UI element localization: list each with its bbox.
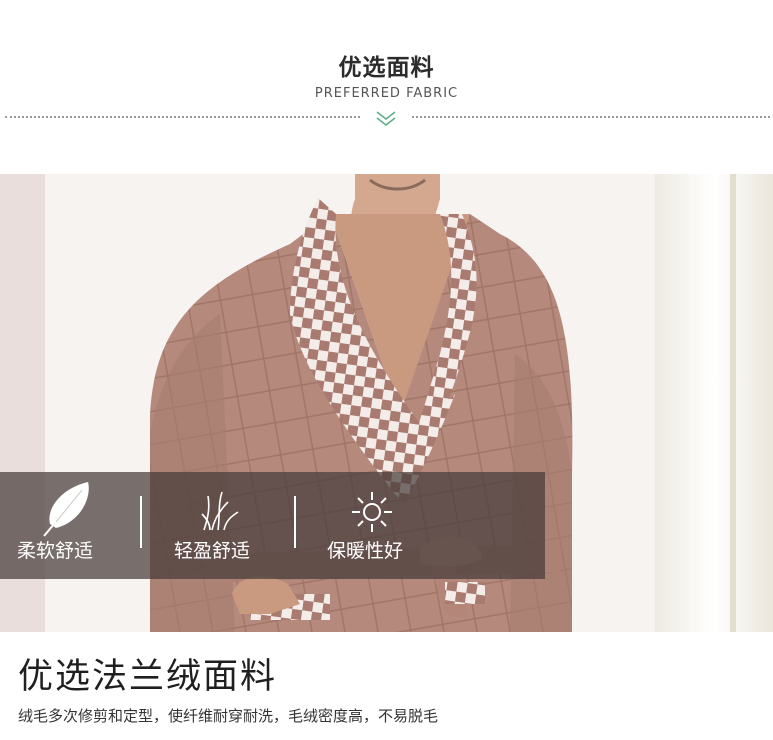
dotted-divider-right	[412, 116, 770, 118]
feather-icon	[43, 482, 89, 537]
double-chevron-down-icon	[376, 111, 396, 127]
fabric-description: 绒毛多次修剪和定型，使纤维耐穿耐洗，毛绒密度高，不易脱毛	[18, 707, 439, 725]
feature-warm: 保暖性好	[296, 472, 545, 579]
feature-label: 柔软舒适	[17, 540, 94, 562]
sun-icon	[352, 492, 392, 532]
feature-label: 保暖性好	[327, 540, 404, 562]
section-title: 优选面料	[338, 55, 435, 81]
section-subtitle: PREFERRED FABRIC	[314, 86, 459, 101]
dotted-divider-left	[5, 116, 360, 118]
feature-soft: 柔软舒适	[0, 472, 140, 579]
section-header: 优选面料 PREFERRED FABRIC	[0, 0, 773, 172]
feature-light: 轻盈舒适	[142, 472, 294, 579]
feature-label: 轻盈舒适	[174, 540, 251, 562]
fabric-title: 优选法兰绒面料	[18, 657, 278, 697]
feature-band: 柔软舒适 轻盈舒适 保暖性好	[0, 472, 545, 579]
grass-icon	[201, 491, 239, 531]
